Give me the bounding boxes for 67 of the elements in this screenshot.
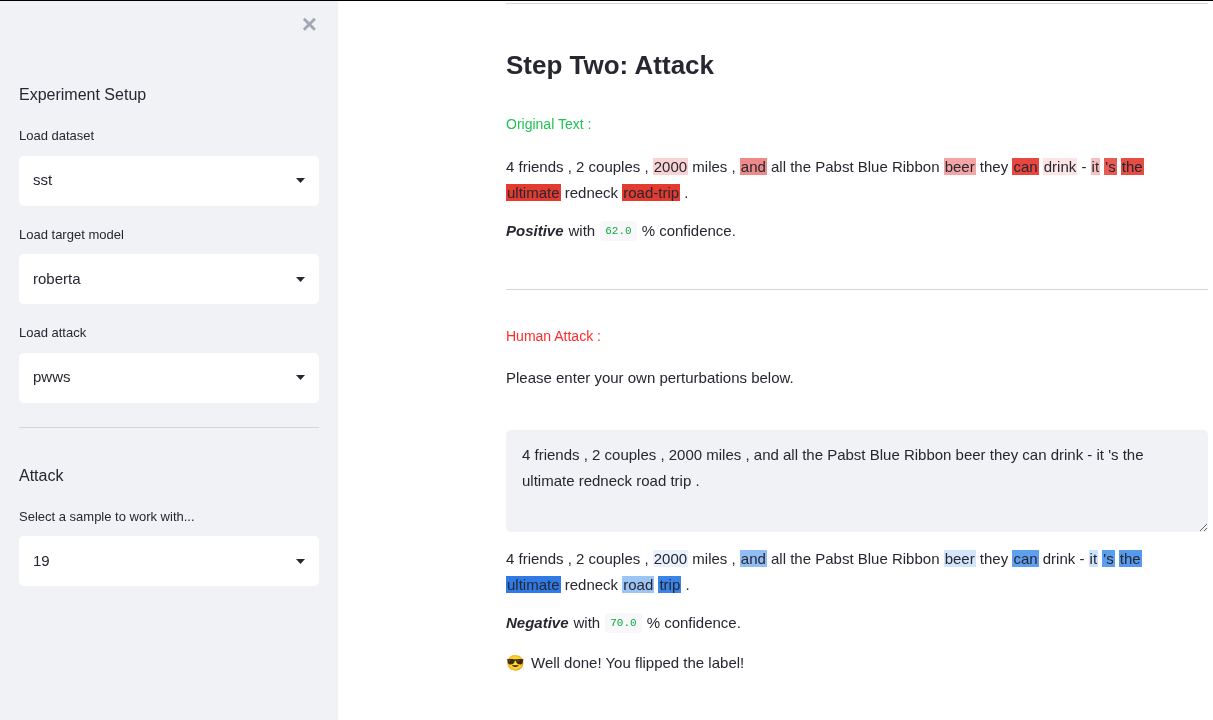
- confidence-value: 70.0: [605, 612, 642, 633]
- plain-text: 4 friends , 2 couples ,: [506, 157, 649, 175]
- select-value: sst: [33, 170, 53, 191]
- plain-text: with: [568, 220, 596, 241]
- highlighted-word: trip: [658, 575, 682, 593]
- highlighted-word: beer: [943, 157, 976, 175]
- highlighted-word: it: [1090, 157, 1101, 175]
- plain-text: they: [979, 549, 1009, 567]
- result-message: Well done! You flipped the label!: [531, 653, 745, 673]
- plain-text: miles ,: [692, 549, 736, 567]
- highlighted-word: can: [1012, 549, 1039, 567]
- caret-icon: [296, 276, 305, 282]
- field-label: Load dataset: [19, 127, 96, 145]
- highlighted-word: and: [739, 549, 767, 567]
- highlighted-word: road-trip: [622, 183, 681, 201]
- highlighted-word: ultimate: [506, 575, 561, 593]
- field-label: Load target model: [19, 225, 125, 244]
- highlighted-word: 's: [1102, 549, 1115, 567]
- highlighted-word: the: [1120, 157, 1144, 175]
- highlighted-word: 2000: [652, 549, 689, 567]
- plain-text: redneck: [564, 183, 619, 201]
- select-dropdown[interactable]: 19: [19, 536, 319, 586]
- select-value: pwws: [33, 367, 71, 388]
- highlighted-word: 2000: [652, 157, 689, 175]
- instruction-text: Please enter your own perturbations below.: [506, 368, 795, 388]
- emoji-icon: 😎: [506, 652, 525, 675]
- plain-text: redneck: [564, 575, 619, 593]
- text-input-area[interactable]: 4 friends , 2 couples , 2000 miles , and all the Pabst Blue Ribbon beer they can drink - it 's the ultimate redneck road trip .: [506, 429, 1208, 532]
- caret-icon: [296, 558, 305, 564]
- select-dropdown[interactable]: pwws: [19, 352, 319, 403]
- select-value: 19: [33, 550, 50, 571]
- field-label: Select a sample to work with...: [19, 507, 196, 526]
- caret-icon: [296, 178, 305, 183]
- plain-text: with: [573, 612, 601, 633]
- page-title: Step Two: Attack: [506, 49, 715, 82]
- plain-text: % confidence.: [641, 220, 736, 241]
- select-value: roberta: [33, 268, 81, 289]
- plain-text: drink -: [1042, 549, 1086, 567]
- select-dropdown[interactable]: sst: [19, 155, 319, 206]
- section-heading: Original Text :: [506, 114, 593, 134]
- field-label: Load attack: [19, 324, 88, 342]
- highlighted-word: road: [622, 575, 655, 593]
- plain-text: all the Pabst Blue Ribbon: [771, 549, 940, 567]
- select-dropdown[interactable]: roberta: [19, 254, 319, 304]
- plain-text: 4 friends , 2 couples ,: [506, 549, 649, 567]
- plain-text: % confidence.: [646, 612, 741, 633]
- highlighted-word: it: [1088, 549, 1099, 567]
- plain-text: .: [684, 183, 689, 201]
- plain-text: miles ,: [692, 157, 736, 175]
- highlighted-word: drink: [1042, 157, 1078, 175]
- highlighted-word: beer: [943, 549, 976, 567]
- highlighted-word: can: [1012, 157, 1039, 175]
- caret-icon: [296, 375, 305, 380]
- highlighted-word: ultimate: [506, 183, 561, 201]
- section-title: Experiment Setup: [19, 85, 148, 105]
- plain-text: .: [685, 575, 690, 593]
- highlighted-word: 's: [1104, 157, 1117, 175]
- plain-text: they: [979, 157, 1009, 175]
- section-heading: Human Attack :: [506, 327, 602, 346]
- confidence-value: 62.0: [600, 220, 637, 241]
- highlighted-word: and: [739, 157, 767, 175]
- plain-text: all the Pabst Blue Ribbon: [771, 157, 940, 175]
- prediction-label: Positive: [506, 220, 564, 241]
- highlighted-word: the: [1118, 549, 1142, 567]
- prediction-label: Negative: [506, 612, 569, 633]
- plain-text: -: [1081, 157, 1087, 175]
- section-title: Attack: [19, 465, 65, 486]
